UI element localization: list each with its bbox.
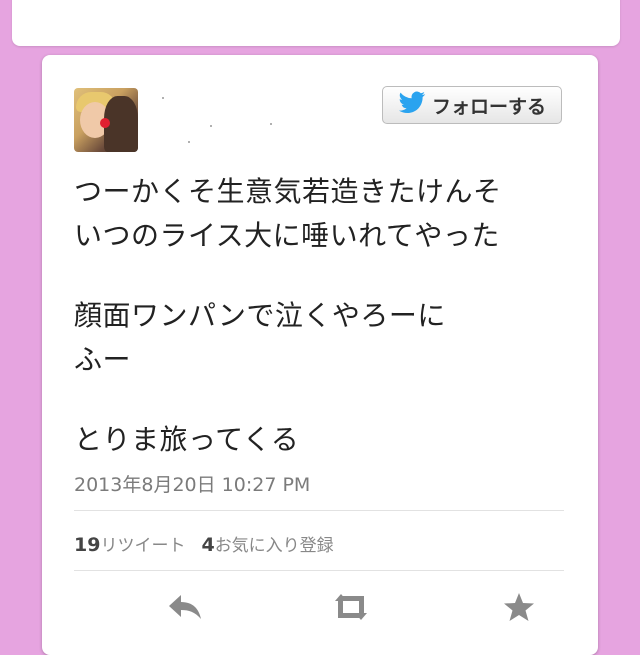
tweet-stats: 19 リツイート 4 お気に入り登録 — [74, 531, 334, 556]
favorite-label[interactable]: お気に入り登録 — [215, 531, 334, 556]
tweet-line: いつのライス大に唾いれてやった — [74, 219, 500, 252]
tweet-card: フォローする つーかくそ生意気若造きたけんそ いつのライス大に唾いれてやった 顔… — [42, 55, 598, 655]
tweet-line: ふー — [74, 343, 132, 376]
retweet-icon[interactable] — [329, 591, 373, 627]
tweet-paragraph-3: とりま旅ってくる — [74, 418, 574, 462]
username-area — [152, 95, 282, 155]
tweet-paragraph-1: つーかくそ生意気若造きたけんそ いつのライス大に唾いれてやった — [74, 170, 574, 258]
twitter-bird-icon — [398, 91, 426, 119]
favorite-star-icon[interactable] — [502, 591, 536, 627]
favorite-count[interactable]: 4 — [201, 534, 214, 556]
previous-card — [12, 0, 620, 46]
follow-button-label: フォローする — [431, 95, 546, 118]
divider — [74, 570, 564, 571]
tweet-line: とりま旅ってくる — [74, 423, 300, 456]
retweet-label[interactable]: リツイート — [100, 531, 185, 556]
follow-button[interactable]: フォローする — [382, 86, 562, 124]
avatar[interactable] — [74, 88, 138, 152]
divider — [74, 510, 564, 511]
tweet-line: つーかくそ生意気若造きたけんそ — [74, 175, 502, 208]
tweet-text: つーかくそ生意気若造きたけんそ いつのライス大に唾いれてやった 顔面ワンパンで泣… — [74, 170, 574, 462]
tweet-paragraph-2: 顔面ワンパンで泣くやろーに ふー — [74, 294, 574, 382]
tweet-actions — [42, 585, 598, 629]
reply-icon[interactable] — [166, 591, 204, 627]
tweet-line: 顔面ワンパンで泣くやろーに — [74, 299, 446, 332]
tweet-timestamp[interactable]: 2013年8月20日 10:27 PM — [74, 470, 310, 497]
retweet-count[interactable]: 19 — [74, 534, 100, 556]
